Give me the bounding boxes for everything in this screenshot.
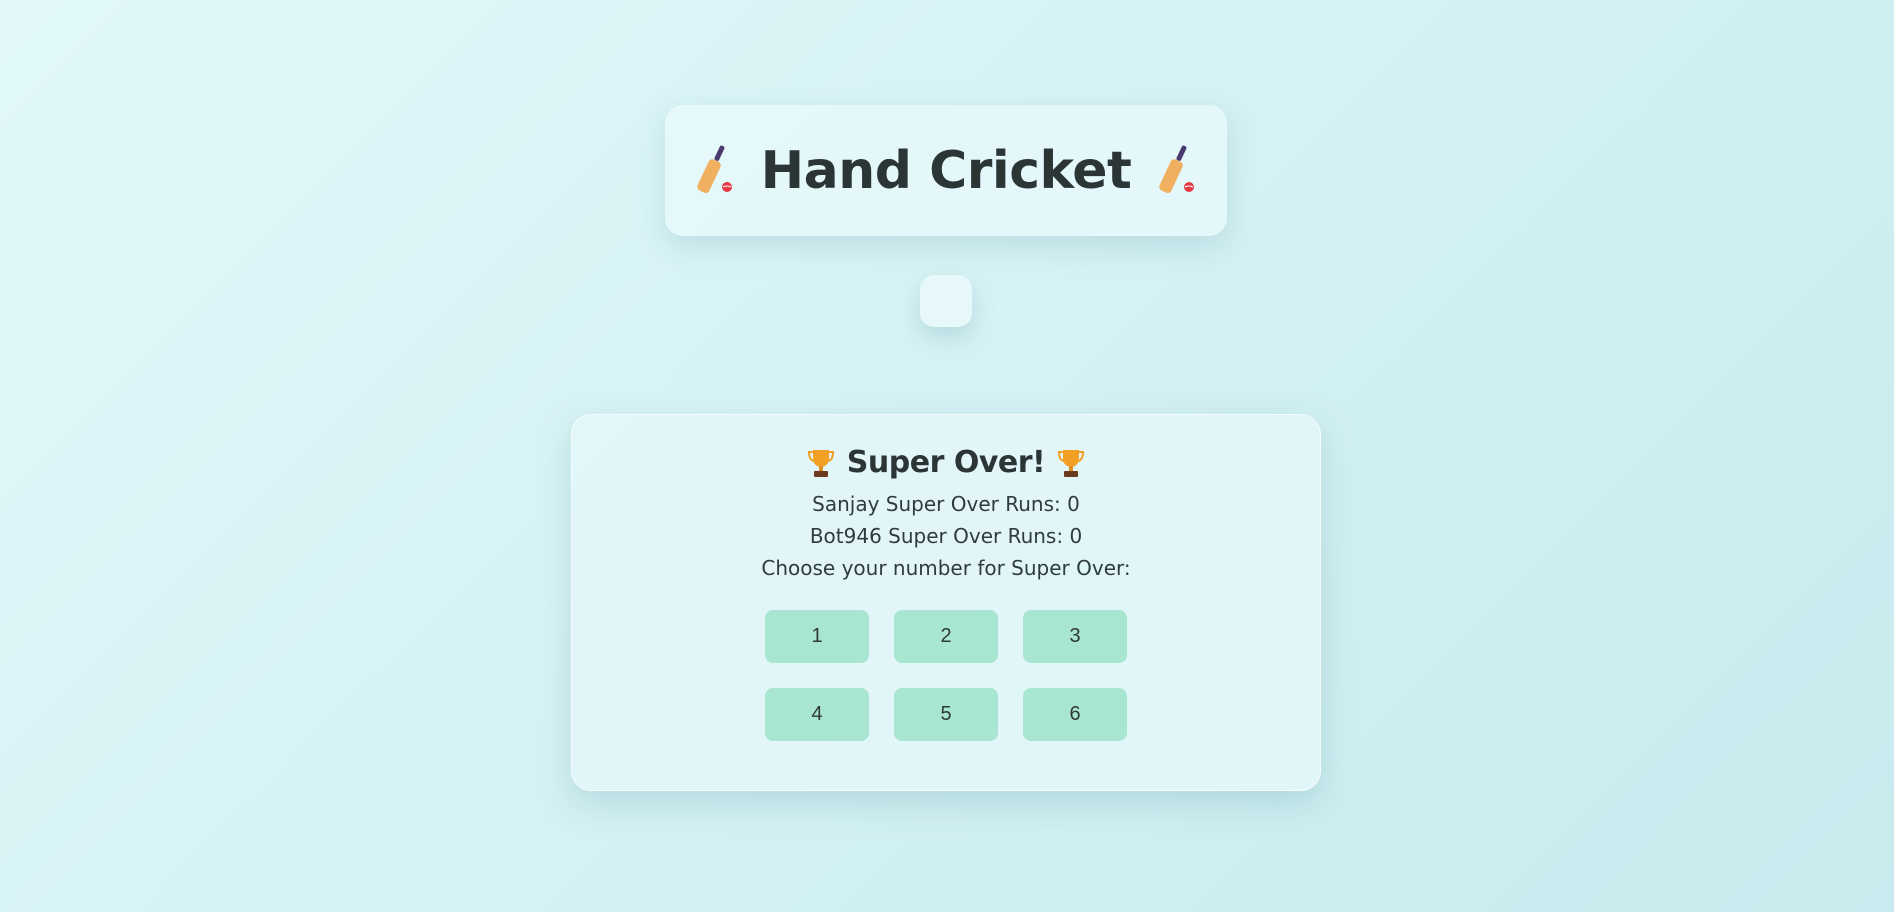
title-card: Hand Cricket bbox=[665, 105, 1227, 236]
number-button-4[interactable]: 4 bbox=[765, 688, 869, 741]
super-over-heading: Super Over! bbox=[572, 445, 1320, 480]
bot-super-over-runs: Bot946 Super Over Runs: 0 bbox=[809, 524, 1083, 548]
super-over-title: Super Over! bbox=[846, 445, 1046, 480]
player-super-over-runs: Sanjay Super Over Runs: 0 bbox=[812, 492, 1080, 516]
number-button-2[interactable]: 2 bbox=[894, 610, 998, 663]
number-button-3[interactable]: 3 bbox=[1023, 610, 1127, 663]
number-button-6[interactable]: 6 bbox=[1023, 688, 1127, 741]
status-box bbox=[920, 275, 972, 327]
cricket-bat-icon bbox=[696, 145, 732, 193]
number-button-5[interactable]: 5 bbox=[894, 688, 998, 741]
trophy-icon bbox=[1058, 449, 1085, 477]
super-over-prompt: Choose your number for Super Over: bbox=[761, 556, 1131, 580]
cricket-bat-icon bbox=[1159, 145, 1195, 193]
trophy-icon bbox=[807, 449, 834, 477]
number-button-1[interactable]: 1 bbox=[765, 610, 869, 663]
super-over-card: Super Over! Sanjay Super Over Runs: 0 Bo… bbox=[571, 414, 1321, 791]
number-choice-grid: 1 2 3 4 5 6 bbox=[765, 610, 1127, 741]
page-title: Hand Cricket bbox=[760, 140, 1132, 201]
